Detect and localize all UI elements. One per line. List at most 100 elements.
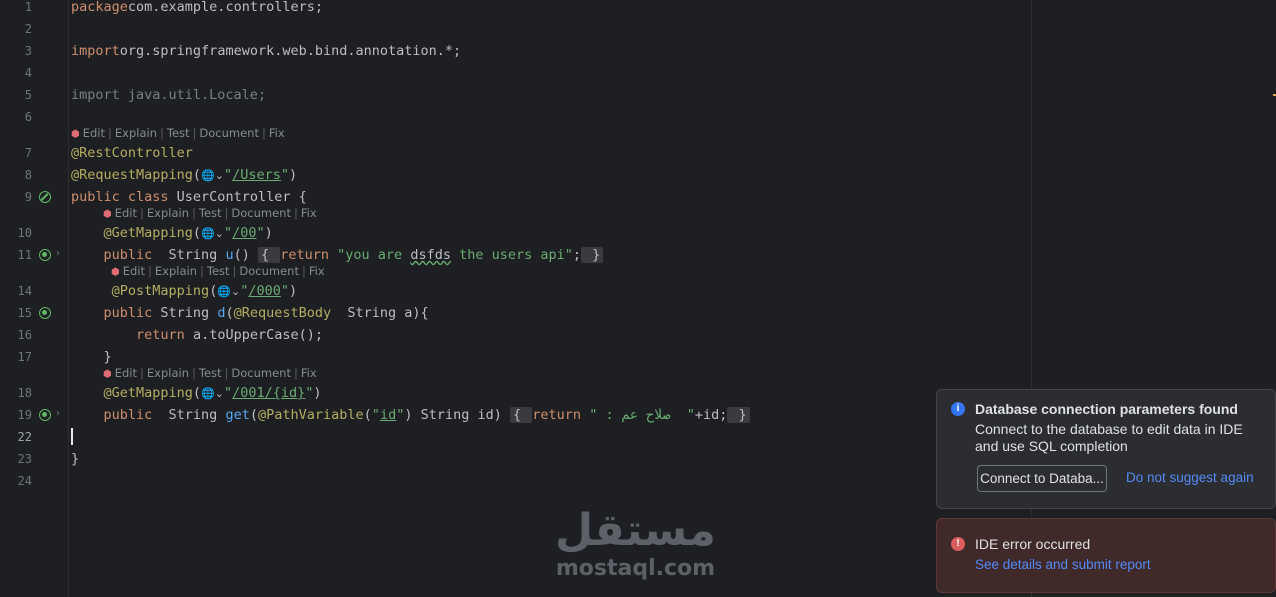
code-token: /00 — [232, 225, 257, 241]
line-number[interactable]: 9 — [0, 190, 32, 204]
chevron-right-icon[interactable]: › — [56, 408, 60, 419]
code-lens-test[interactable]: Test — [199, 206, 222, 220]
line-number[interactable]: 14 — [0, 284, 32, 298]
code-token: import java.util.Locale; — [71, 87, 267, 103]
database-notification[interactable]: i Database connection parameters found C… — [936, 389, 1276, 509]
code-token: +id; — [694, 407, 728, 423]
code-lens-explain[interactable]: Explain — [115, 126, 157, 140]
code-line[interactable]: public class UserController { — [71, 188, 307, 206]
separator: | — [224, 366, 229, 380]
globe-icon: 🌐⌄ — [217, 285, 241, 298]
code-lens-explain[interactable]: Explain — [147, 366, 189, 380]
code-lens-edit[interactable]: Edit — [123, 264, 145, 278]
code-lens-edit[interactable]: Edit — [83, 126, 105, 140]
endpoint-run-icon[interactable] — [39, 409, 51, 421]
line-number[interactable]: 4 — [0, 66, 32, 80]
code-lens-edit[interactable]: Edit — [115, 206, 137, 220]
code-lens-test[interactable]: Test — [199, 366, 222, 380]
code-lens-fix[interactable]: Fix — [309, 264, 325, 278]
separator: | — [140, 206, 144, 220]
ai-code-lens: ⬢ Edit | Explain | Test | Document | Fix — [71, 126, 285, 140]
code-lens-document[interactable]: Document — [231, 366, 291, 380]
code-token: " : صلاح عم " — [589, 407, 695, 423]
code-line[interactable]: importorg.springframework.web.bind.annot… — [71, 42, 461, 60]
code-token: " — [371, 407, 380, 423]
do-not-suggest-link[interactable]: Do not suggest again — [1126, 470, 1254, 485]
code-token: ( — [192, 167, 202, 183]
code-line[interactable]: @PostMapping(🌐⌄"/000") — [71, 282, 298, 301]
code-lens-fix[interactable]: Fix — [269, 126, 285, 140]
code-token: " — [223, 385, 233, 401]
connect-database-button[interactable]: Connect to Databa... — [977, 465, 1107, 492]
watermark-arabic: مستقل — [555, 505, 716, 556]
line-number-gutter[interactable]: 1 2 3 4 5 6 7 8 9 10 11 › 14 15 16 17 18 19 › 22 23 24 — [0, 0, 69, 597]
code-line[interactable]: @RequestMapping(🌐⌄"/Users") — [71, 166, 297, 185]
code-token: id — [379, 407, 397, 423]
line-number[interactable]: 2 — [0, 22, 32, 36]
code-line[interactable]: } — [71, 450, 79, 468]
code-editor[interactable]: packagecom.example.controllers; importorg… — [69, 0, 1031, 597]
line-number[interactable]: 6 — [0, 110, 32, 124]
code-line[interactable]: @GetMapping(🌐⌄"/001/{id}") — [71, 384, 322, 403]
code-line[interactable]: } — [71, 348, 112, 366]
separator: | — [301, 264, 306, 278]
code-lens-fix[interactable]: Fix — [301, 206, 317, 220]
separator: | — [293, 366, 298, 380]
code-lens-explain[interactable]: Explain — [155, 264, 197, 278]
code-line[interactable]: public String d(@RequestBody String a){ — [71, 304, 429, 322]
ide-error-notification[interactable]: ! IDE error occurred See details and sub… — [936, 518, 1276, 593]
code-lens-edit[interactable]: Edit — [115, 366, 137, 380]
line-number[interactable]: 22 — [0, 430, 32, 444]
code-lens-document[interactable]: Document — [239, 264, 299, 278]
separator: | — [200, 264, 204, 278]
code-lens-test[interactable]: Test — [167, 126, 190, 140]
line-number[interactable]: 16 — [0, 328, 32, 342]
code-line[interactable]: import java.util.Locale; — [71, 86, 266, 104]
code-line[interactable]: public String u() { return "you are dsfd… — [71, 246, 604, 264]
code-token: String a){ — [347, 305, 429, 321]
code-token: @PathVariable — [257, 407, 364, 423]
line-number[interactable]: 7 — [0, 146, 32, 160]
code-line[interactable]: @GetMapping(🌐⌄"/00") — [71, 224, 273, 243]
code-line[interactable]: return a.toUpperCase(); — [71, 326, 323, 344]
line-number[interactable]: 23 — [0, 452, 32, 466]
line-number[interactable]: 5 — [0, 88, 32, 102]
line-number[interactable]: 3 — [0, 44, 32, 58]
code-lens-document[interactable]: Document — [199, 126, 259, 140]
spring-bean-icon[interactable] — [39, 191, 51, 203]
error-title: IDE error occurred — [975, 536, 1091, 552]
notification-body: Connect to the database to edit data in … — [975, 421, 1243, 454]
line-number[interactable]: 1 — [0, 0, 32, 14]
code-token: @PostMapping — [111, 283, 210, 299]
line-number[interactable]: 10 — [0, 226, 32, 240]
line-number[interactable]: 24 — [0, 474, 32, 488]
code-token: ) — [313, 385, 322, 401]
line-number[interactable]: 19 — [0, 408, 32, 422]
code-line[interactable]: packagecom.example.controllers; — [71, 0, 323, 16]
code-token: String — [168, 247, 226, 263]
line-number[interactable]: 8 — [0, 168, 32, 182]
code-token: } — [581, 247, 604, 263]
line-number[interactable]: 15 — [0, 306, 32, 320]
code-line[interactable]: @RestController — [71, 144, 193, 162]
code-lens-test[interactable]: Test — [207, 264, 230, 278]
code-lens-explain[interactable]: Explain — [147, 206, 189, 220]
code-token: ; — [572, 247, 582, 263]
see-details-link[interactable]: See details and submit report — [975, 557, 1151, 572]
code-lens-fix[interactable]: Fix — [301, 366, 317, 380]
code-lens-document[interactable]: Document — [231, 206, 291, 220]
code-token: ) String id) — [404, 407, 511, 423]
chevron-right-icon[interactable]: › — [56, 248, 60, 259]
line-number[interactable]: 18 — [0, 386, 32, 400]
endpoint-run-icon[interactable] — [39, 249, 51, 261]
separator: | — [192, 366, 196, 380]
endpoint-run-icon[interactable] — [39, 307, 51, 319]
globe-icon: 🌐⌄ — [201, 227, 224, 240]
line-number[interactable]: 11 — [0, 248, 32, 262]
code-token: @RestController — [71, 145, 193, 161]
line-number[interactable]: 17 — [0, 350, 32, 364]
code-line[interactable]: public String get(@PathVariable("id") St… — [71, 406, 750, 424]
